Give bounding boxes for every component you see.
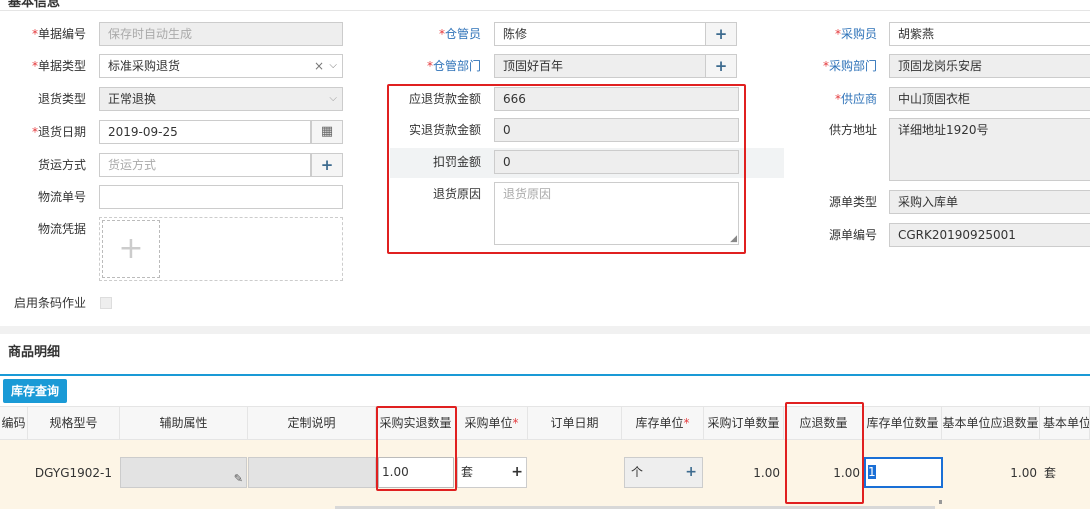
cell-aux-input[interactable]: ✎ xyxy=(120,457,247,488)
tracking-no-label: 物流单号 xyxy=(37,190,86,204)
col-stock-unit-qty[interactable]: 库存单位数量 xyxy=(864,407,942,439)
col-code[interactable]: 编码 xyxy=(0,407,28,439)
supplier-label: *供应商 xyxy=(834,92,877,106)
plus-icon: + xyxy=(714,25,728,43)
calendar-icon: ▦ xyxy=(320,124,334,139)
plus-icon[interactable]: + xyxy=(511,458,523,487)
add-keeper-dept-button[interactable]: + xyxy=(705,54,737,78)
section-divider xyxy=(0,326,1090,334)
cell-purchase-unit-input[interactable]: 套 + xyxy=(457,457,527,488)
chevron-down-icon: ⌵ xyxy=(329,93,337,104)
doc-no-field: 保存时自动生成 xyxy=(99,22,343,46)
buyer-dept-label: *采购部门 xyxy=(822,59,877,73)
chevron-down-icon[interactable]: ⌵ xyxy=(329,55,337,77)
col-spec[interactable]: 规格型号 xyxy=(28,407,120,439)
edit-icon[interactable]: ✎ xyxy=(234,472,243,485)
keeper-input[interactable]: 陈修 xyxy=(494,22,706,46)
supplier-addr-textarea[interactable]: 详细地址1920号 xyxy=(889,118,1090,181)
return-type-label: 退货类型 xyxy=(37,92,86,106)
plus-icon: + xyxy=(118,231,144,266)
calendar-button[interactable]: ▦ xyxy=(311,120,343,144)
col-stock-unit[interactable]: 库存单位* xyxy=(622,407,704,439)
barcode-checkbox[interactable] xyxy=(100,297,112,309)
return-type-select[interactable]: 正常退换 ⌵ xyxy=(99,87,343,111)
doc-type-select[interactable]: 标准采购退货 × ⌵ xyxy=(99,54,343,78)
shipping-input[interactable]: 货运方式 xyxy=(99,153,311,177)
source-no-label: 源单编号 xyxy=(828,228,877,242)
col-aux[interactable]: 辅助属性 xyxy=(120,407,248,439)
cell-custom-input[interactable] xyxy=(248,457,376,488)
col-purchase-unit[interactable]: 采购单位* xyxy=(456,407,528,439)
section-title: 基本信息 xyxy=(8,0,61,10)
buyer-label: *采购员 xyxy=(834,27,877,41)
doc-no-label: *单据编号 xyxy=(31,27,86,41)
stock-query-button[interactable]: 库存查询 xyxy=(3,379,67,403)
barcode-label: 启用条码作业 xyxy=(13,296,86,310)
return-date-label: *退货日期 xyxy=(31,125,86,139)
add-keeper-button[interactable]: + xyxy=(705,22,737,46)
voucher-upload-area: + xyxy=(99,217,343,281)
keeper-dept-input[interactable]: 顶固好百年 xyxy=(494,54,706,78)
plus-icon: + xyxy=(320,156,334,174)
shipping-label: 货运方式 xyxy=(37,158,86,172)
add-shipping-button[interactable]: + xyxy=(311,153,343,177)
plus-icon[interactable]: + xyxy=(685,458,697,487)
cell-base-should-qty: 1.00 xyxy=(1010,466,1037,480)
cell-stock-unit-qty-input[interactable]: 1 xyxy=(864,457,943,488)
buyer-dept-input[interactable]: 顶固龙岗乐安居 xyxy=(889,54,1090,78)
col-order-qty[interactable]: 采购订单数量 xyxy=(704,407,784,439)
return-date-input[interactable]: 2019-09-25 xyxy=(99,120,311,144)
clear-icon[interactable]: × xyxy=(314,55,324,77)
source-type-input: 采购入库单 xyxy=(889,190,1090,214)
buyer-input[interactable]: 胡紫燕 xyxy=(889,22,1090,46)
source-no-input: CGRK20190925001 xyxy=(889,223,1090,247)
keeper-dept-label: *仓管部门 xyxy=(426,59,481,73)
col-custom[interactable]: 定制说明 xyxy=(248,407,376,439)
keeper-label: *仓管员 xyxy=(438,27,481,41)
cell-stock-unit-input[interactable]: 个 + xyxy=(624,457,703,488)
actual-qty-highlight-box xyxy=(376,406,457,491)
should-qty-highlight-box xyxy=(785,402,864,504)
cell-order-qty: 1.00 xyxy=(753,466,780,480)
tracking-no-input[interactable] xyxy=(99,185,343,209)
detail-title: 商品明细 xyxy=(8,345,61,360)
source-type-label: 源单类型 xyxy=(828,195,877,209)
col-base-unit[interactable]: 基本单位 xyxy=(1040,407,1090,439)
col-base-should-qty[interactable]: 基本单位应退数量 xyxy=(942,407,1040,439)
scroll-handle[interactable] xyxy=(939,500,942,504)
upload-button[interactable]: + xyxy=(102,220,160,278)
cell-spec: DGYG1902-1 xyxy=(34,466,112,480)
plus-icon: + xyxy=(714,57,728,75)
section-header: 基本信息 xyxy=(0,0,1090,11)
supplier-addr-label: 供方地址 xyxy=(828,123,877,137)
supplier-input[interactable]: 中山顶固衣柜 xyxy=(889,87,1090,111)
cell-base-unit: 套 xyxy=(1044,466,1057,480)
amount-highlight-box xyxy=(387,84,746,254)
voucher-label: 物流凭据 xyxy=(37,222,86,236)
detail-accent-line xyxy=(0,374,1090,376)
col-order-date[interactable]: 订单日期 xyxy=(528,407,622,439)
doc-type-label: *单据类型 xyxy=(31,59,86,73)
